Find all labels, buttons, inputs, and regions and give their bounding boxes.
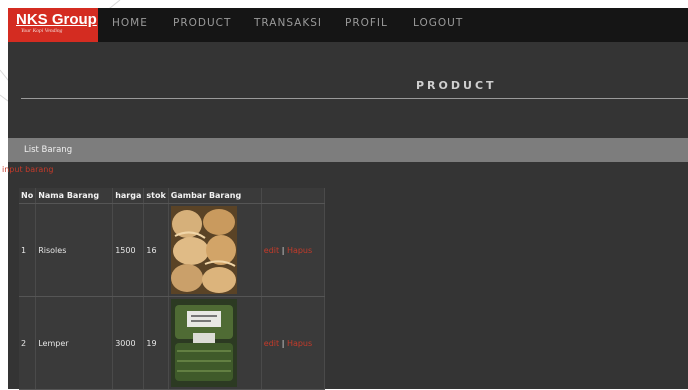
action-separator: | [281,245,285,255]
cell-stock: 16 [143,203,169,297]
cell-image [168,203,262,297]
delete-link[interactable]: Hapus [287,246,312,255]
cell-stock: 19 [143,296,169,390]
col-header-stock: stok [143,188,169,204]
product-table: No Nama Barang harga stok Gambar Barang … [19,188,325,390]
col-header-price: harga [112,188,145,204]
brand-logo[interactable]: NKS Group Your Kopi Vending [8,8,98,42]
cell-no: 1 [19,203,37,297]
cell-actions: edit | Hapus [261,203,325,297]
brand-title: NKS Group [16,11,97,28]
cell-price: 3000 [112,296,145,390]
nav-profil[interactable]: PROFIL [345,17,388,29]
page-title: PRODUCT [416,79,497,92]
cell-image [168,296,262,390]
nav-product[interactable]: PRODUCT [173,17,231,29]
section-header: List Barang [8,138,688,162]
section-title: List Barang [24,145,73,155]
col-header-name: Nama Barang [35,188,114,204]
cell-price: 1500 [112,203,145,297]
title-divider [21,98,688,99]
delete-link[interactable]: Hapus [287,339,312,348]
nav-home[interactable]: HOME [112,17,148,29]
cell-no: 2 [19,296,37,390]
table-row: 2 Lemper 3000 19 edit | Hapus [19,296,325,390]
main-content: PRODUCT List Barang input barang No Nama… [2,42,688,390]
lemper-photo [170,299,237,387]
edit-link[interactable]: edit [264,339,279,348]
cell-name: Risoles [35,203,114,297]
col-header-image: Gambar Barang [168,188,262,204]
nav-logout[interactable]: LOGOUT [413,17,463,29]
brand-subtitle: Your Kopi Vending [21,28,63,34]
edit-link[interactable]: edit [264,246,279,255]
top-navbar: NKS Group Your Kopi Vending HOME PRODUCT… [8,8,688,42]
col-header-action [261,188,325,204]
action-separator: | [281,338,285,348]
nav-transaksi[interactable]: TRANSAKSI [254,17,322,29]
table-header-row: No Nama Barang harga stok Gambar Barang [19,188,325,204]
input-barang-link[interactable]: input barang [2,165,53,174]
risoles-photo [170,206,237,294]
table-row: 1 Risoles 1500 16 edit | Hapus [19,203,325,297]
cell-actions: edit | Hapus [261,296,325,390]
col-header-no: No [19,188,37,204]
cell-name: Lemper [35,296,114,390]
